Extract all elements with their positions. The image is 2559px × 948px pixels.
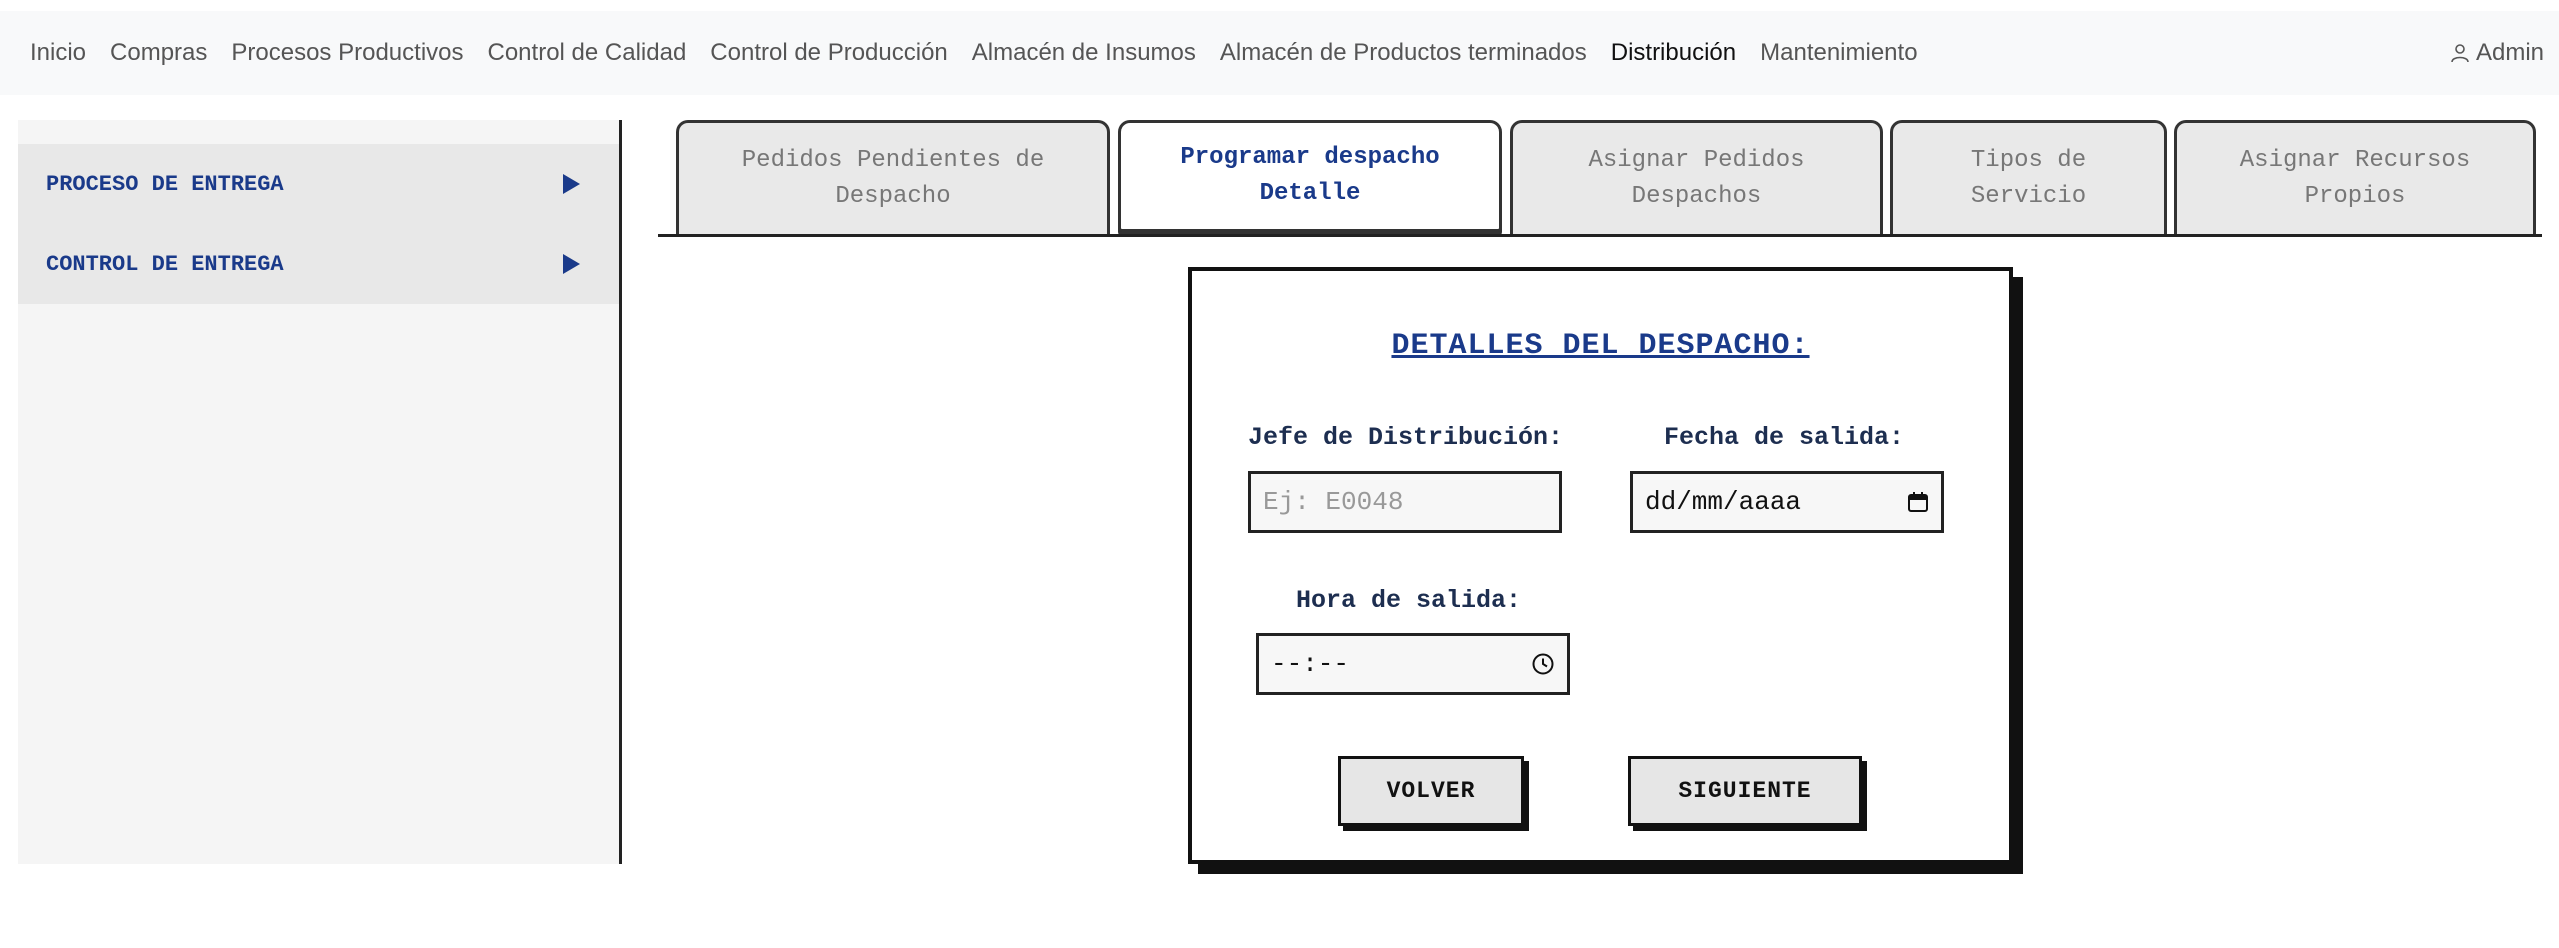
triangle-right-icon [563,254,580,274]
nav-link-almacen-insumos[interactable]: Almacén de Insumos [972,39,1196,67]
tab-label-line1: Tipos de [1970,147,2087,174]
tabs-baseline [658,234,2542,237]
clock-icon[interactable] [1531,652,1555,676]
tab-tipos-servicio[interactable]: Tipos de Servicio [1890,120,2167,235]
tab-asignar-pedidos[interactable]: Asignar Pedidos Despachos [1510,120,1883,235]
sidebar-item-control-entrega[interactable]: CONTROL DE ENTREGA [18,224,620,304]
sidebar-divider [619,120,622,864]
fecha-label: Fecha de salida: [1664,423,1905,452]
tab-label-line1: Asignar Recursos [2239,147,2471,174]
tab-label-line2: Propios [2304,183,2406,210]
tab-label-line2: Despachos [1631,183,1762,210]
nav-link-mantenimiento[interactable]: Mantenimiento [1760,39,1917,67]
fecha-value: dd/mm/aaaa [1645,487,1802,517]
tab-label: Programar despacho Detalle [1180,140,1439,212]
jefe-label: Jefe de Distribución: [1248,423,1564,452]
tab-pedidos-pendientes[interactable]: Pedidos Pendientes de Despacho [676,120,1110,235]
nav-link-procesos-productivos[interactable]: Procesos Productivos [231,39,463,67]
tab-asignar-recursos[interactable]: Asignar Recursos Propios [2174,120,2536,235]
tab-label: Asignar Recursos Propios [2240,143,2470,215]
tab-label-line1: Programar despacho [1180,144,1440,171]
tab-label-line2: Detalle [1259,180,1361,207]
top-navbar: Inicio Compras Procesos Productivos Cont… [0,11,2559,95]
hora-label: Hora de salida: [1296,586,1522,615]
sidebar-menu: PROCESO DE ENTREGA CONTROL DE ENTREGA [18,144,620,304]
hora-value: --:-- [1271,649,1350,679]
form-title: DETALLES DEL DESPACHO: [1391,329,1810,363]
volver-button[interactable]: VOLVER [1338,756,1524,826]
fecha-field[interactable]: dd/mm/aaaa [1630,471,1944,533]
tab-label-line2: Despacho [835,183,951,210]
jefe-field[interactable] [1248,471,1562,533]
nav-link-almacen-productos-terminados[interactable]: Almacén de Productos terminados [1220,39,1587,67]
sidebar: PROCESO DE ENTREGA CONTROL DE ENTREGA [18,120,620,864]
sidebar-item-label: PROCESO DE ENTREGA [46,171,284,197]
tab-label-line1: Asignar Pedidos [1588,147,1805,174]
nav-links: Inicio Compras Procesos Productivos Cont… [0,39,1942,67]
tab-label: Pedidos Pendientes de Despacho [742,143,1044,215]
nav-link-control-produccion[interactable]: Control de Producción [710,39,947,67]
hora-field[interactable]: --:-- [1256,633,1570,695]
user-name: Admin [2475,39,2544,66]
dispatch-details-card: DETALLES DEL DESPACHO: Jefe de Distribuc… [1188,267,2013,864]
user-icon [2451,44,2469,63]
tab-programar-despacho[interactable]: Programar despacho Detalle [1118,120,1502,232]
tab-label-line1: Pedidos Pendientes de [741,147,1045,174]
calendar-icon[interactable] [1907,491,1929,513]
tab-label: Asignar Pedidos Despachos [1588,143,1804,215]
jefe-input[interactable] [1263,487,1547,517]
nav-link-distribucion[interactable]: Distribución [1611,39,1736,67]
tab-label-line2: Servicio [1970,183,2087,210]
sidebar-item-proceso-entrega[interactable]: PROCESO DE ENTREGA [18,144,620,224]
user-menu[interactable]: Admin [2450,11,2544,95]
nav-link-compras[interactable]: Compras [110,39,207,67]
nav-link-inicio[interactable]: Inicio [30,39,86,67]
tab-label: Tipos de Servicio [1971,143,2086,215]
nav-link-control-calidad[interactable]: Control de Calidad [488,39,687,67]
siguiente-button[interactable]: SIGUIENTE [1628,756,1862,826]
triangle-right-icon [563,174,580,194]
sidebar-item-label: CONTROL DE ENTREGA [46,251,284,277]
